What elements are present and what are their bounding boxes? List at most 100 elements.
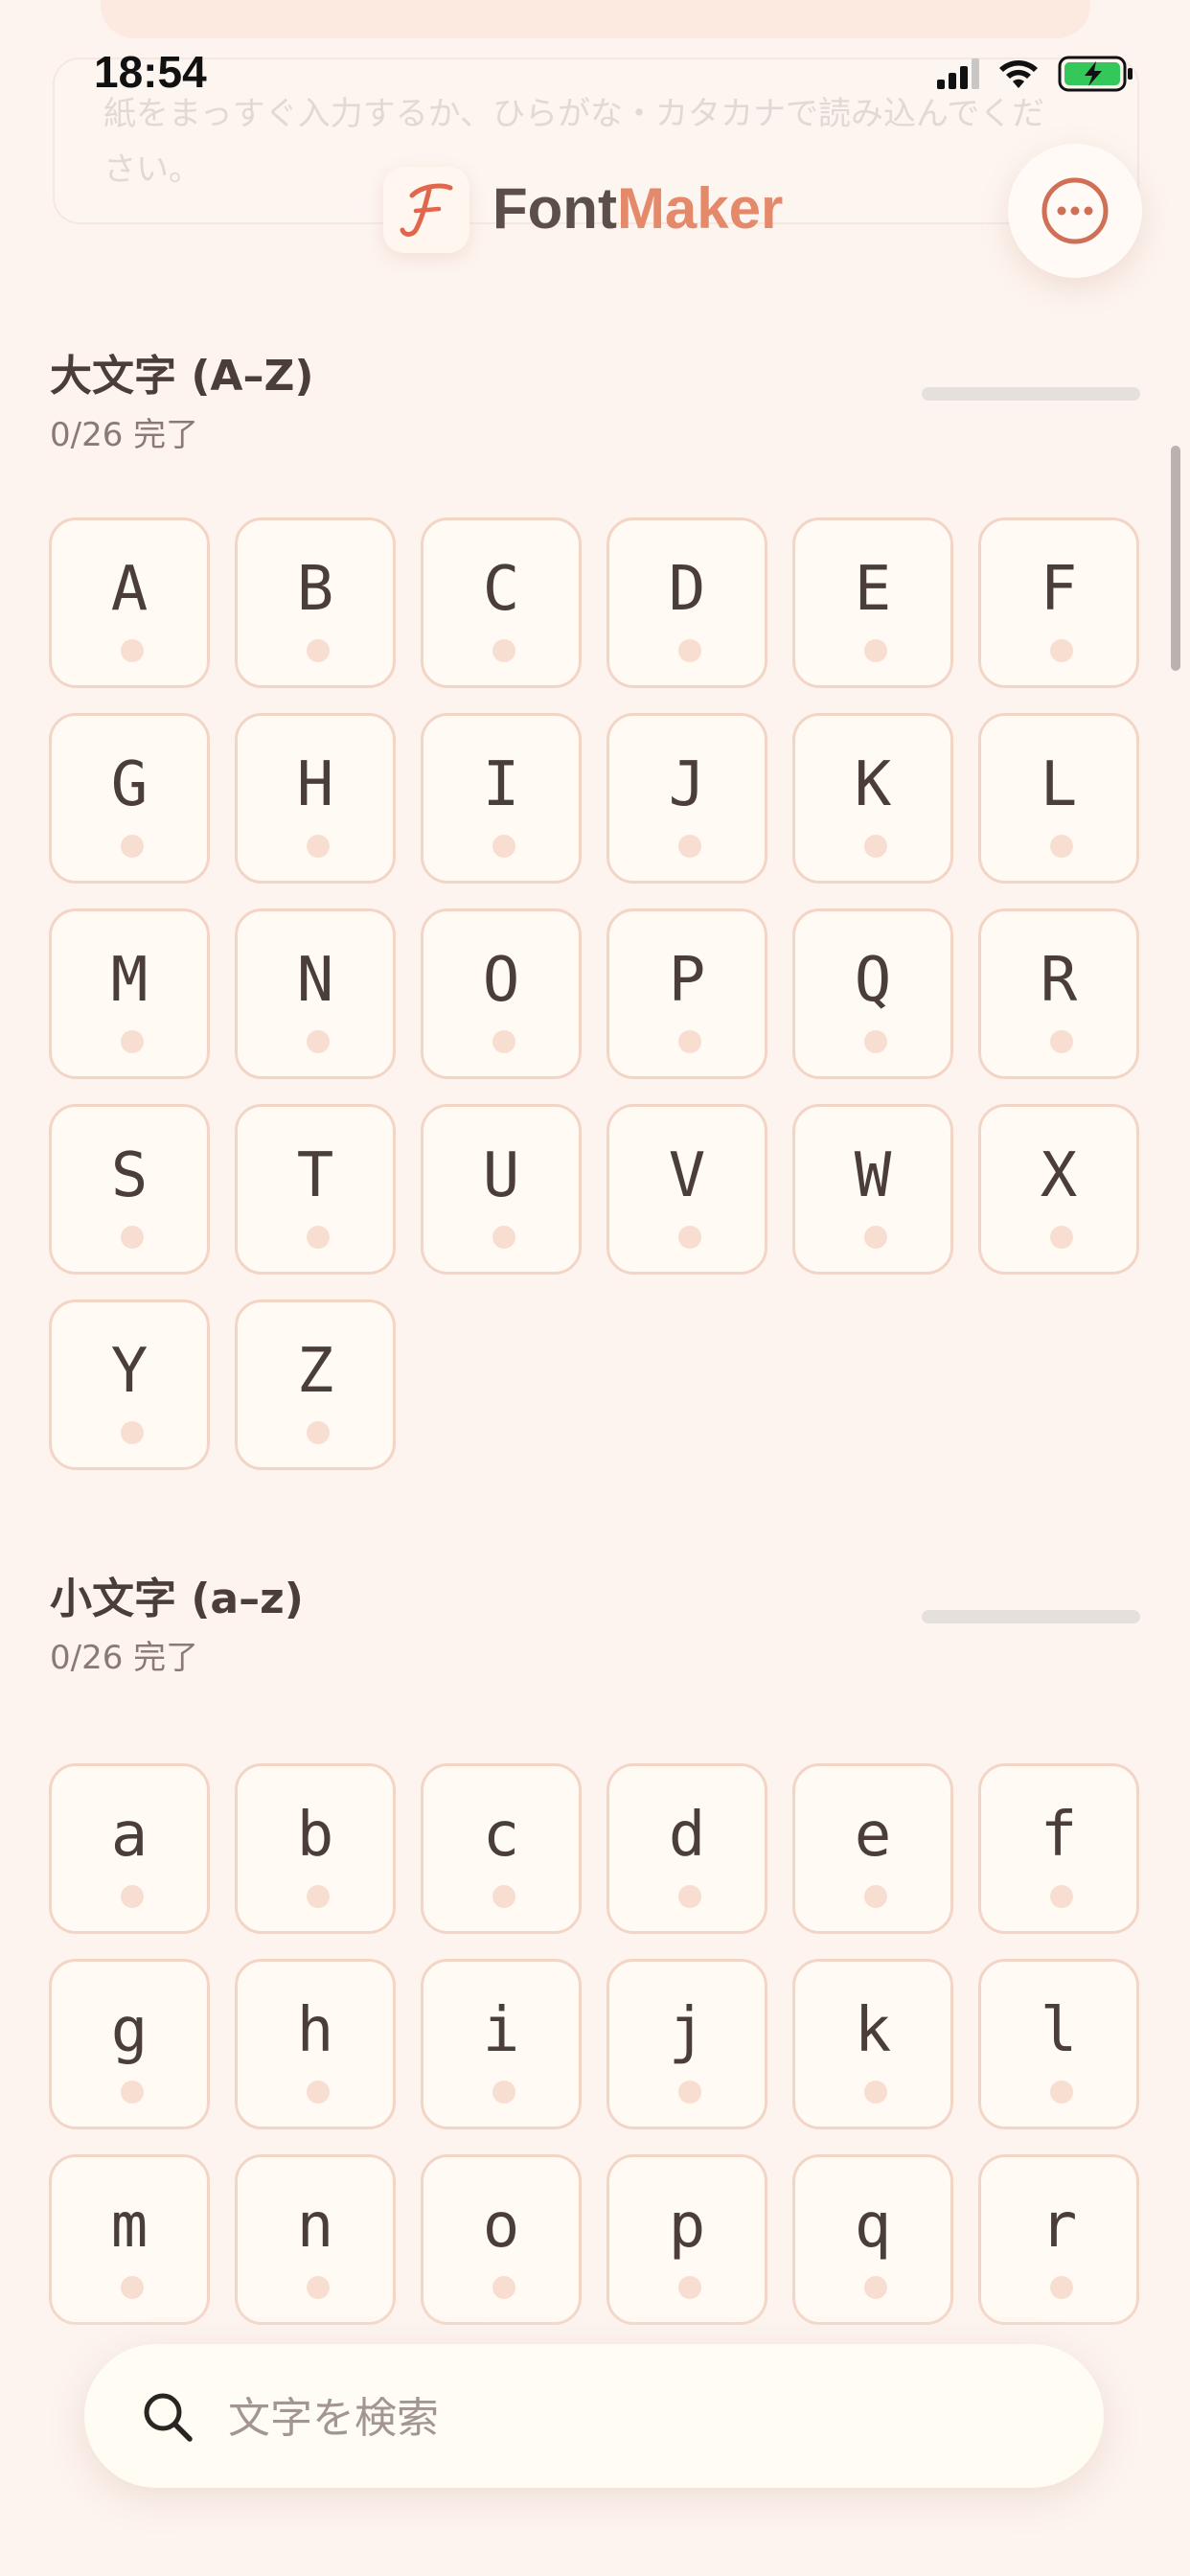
- lowercase-progress-bar: [922, 1610, 1140, 1623]
- uppercase-character-tile[interactable]: I: [421, 713, 582, 884]
- character-label: l: [1040, 1995, 1078, 2066]
- status-time: 18:54: [94, 47, 207, 97]
- status-dot: [307, 1226, 330, 1249]
- character-label: S: [110, 1140, 149, 1211]
- status-dot: [1050, 1030, 1073, 1053]
- uppercase-character-tile[interactable]: G: [49, 713, 210, 884]
- uppercase-character-tile[interactable]: O: [421, 908, 582, 1079]
- status-dot: [678, 1226, 701, 1249]
- status-dot: [121, 1885, 144, 1908]
- more-options-button[interactable]: [1008, 144, 1142, 278]
- character-label: V: [668, 1140, 706, 1211]
- lowercase-character-tile[interactable]: j: [606, 1959, 767, 2129]
- character-label: g: [110, 1995, 149, 2066]
- uppercase-character-tile[interactable]: M: [49, 908, 210, 1079]
- uppercase-character-tile[interactable]: E: [792, 518, 953, 688]
- lowercase-character-tile[interactable]: l: [978, 1959, 1139, 2129]
- character-label: f: [1040, 1800, 1078, 1871]
- uppercase-character-tile[interactable]: Q: [792, 908, 953, 1079]
- character-label: j: [668, 1995, 706, 2066]
- uppercase-character-tile[interactable]: A: [49, 518, 210, 688]
- lowercase-character-tile[interactable]: h: [235, 1959, 396, 2129]
- status-dot: [864, 2081, 887, 2104]
- status-dot: [678, 2276, 701, 2299]
- status-dot: [492, 2276, 515, 2299]
- character-label: d: [668, 1800, 706, 1871]
- character-label: F: [1040, 554, 1078, 625]
- status-dot: [864, 639, 887, 662]
- status-dot: [492, 1030, 515, 1053]
- uppercase-progress-count: 0/26 完了: [50, 416, 199, 454]
- lowercase-character-tile[interactable]: b: [235, 1763, 396, 1934]
- search-bar[interactable]: [84, 2344, 1104, 2488]
- uppercase-character-tile[interactable]: L: [978, 713, 1139, 884]
- status-dot: [1050, 835, 1073, 858]
- app-title-font: Font: [492, 176, 617, 241]
- lowercase-character-tile[interactable]: f: [978, 1763, 1139, 1934]
- status-dot: [492, 835, 515, 858]
- uppercase-character-tile[interactable]: U: [421, 1104, 582, 1275]
- status-dot: [678, 639, 701, 662]
- status-dot: [492, 1885, 515, 1908]
- scroll-indicator[interactable]: [1171, 446, 1180, 671]
- character-label: K: [854, 749, 892, 820]
- lowercase-character-tile[interactable]: d: [606, 1763, 767, 1934]
- lowercase-character-tile[interactable]: a: [49, 1763, 210, 1934]
- status-dot: [678, 1885, 701, 1908]
- status-dot: [121, 1421, 144, 1444]
- character-label: H: [296, 749, 334, 820]
- character-label: a: [110, 1800, 149, 1871]
- lowercase-character-tile[interactable]: e: [792, 1763, 953, 1934]
- uppercase-character-tile[interactable]: H: [235, 713, 396, 884]
- status-dot: [307, 1030, 330, 1053]
- uppercase-character-tile[interactable]: Y: [49, 1300, 210, 1470]
- cellular-signal-icon: [937, 58, 979, 89]
- status-dot: [492, 639, 515, 662]
- status-dot: [121, 835, 144, 858]
- uppercase-character-tile[interactable]: T: [235, 1104, 396, 1275]
- status-dot: [864, 1226, 887, 1249]
- battery-charging-icon: [1058, 56, 1133, 92]
- lowercase-section-title: 小文字 (a–z): [50, 1575, 304, 1623]
- character-label: G: [110, 749, 149, 820]
- uppercase-character-tile[interactable]: D: [606, 518, 767, 688]
- uppercase-character-tile[interactable]: W: [792, 1104, 953, 1275]
- character-label: r: [1040, 2191, 1078, 2262]
- character-label: n: [296, 2191, 334, 2262]
- character-label: C: [482, 554, 520, 625]
- uppercase-character-tile[interactable]: F: [978, 518, 1139, 688]
- search-input[interactable]: [226, 2380, 1054, 2455]
- lowercase-character-tile[interactable]: k: [792, 1959, 953, 2129]
- status-dot: [678, 1030, 701, 1053]
- status-dot: [307, 1885, 330, 1908]
- status-dot: [678, 2081, 701, 2104]
- lowercase-character-tile[interactable]: c: [421, 1763, 582, 1934]
- character-label: o: [482, 2191, 520, 2262]
- lowercase-character-tile[interactable]: i: [421, 1959, 582, 2129]
- uppercase-character-tile[interactable]: K: [792, 713, 953, 884]
- uppercase-character-tile[interactable]: Z: [235, 1300, 396, 1470]
- lowercase-character-tile[interactable]: g: [49, 1959, 210, 2129]
- status-dot: [307, 2081, 330, 2104]
- app-header: FontMaker: [0, 144, 1190, 278]
- character-label: m: [110, 2191, 149, 2262]
- character-label: L: [1040, 749, 1078, 820]
- character-label: M: [110, 945, 149, 1016]
- uppercase-character-tile[interactable]: S: [49, 1104, 210, 1275]
- uppercase-character-tile[interactable]: C: [421, 518, 582, 688]
- uppercase-character-tile[interactable]: B: [235, 518, 396, 688]
- status-dot: [492, 1226, 515, 1249]
- uppercase-section-title: 大文字 (A–Z): [50, 352, 314, 401]
- uppercase-character-tile[interactable]: V: [606, 1104, 767, 1275]
- uppercase-character-grid: A B C D E F G H I J K L M N O P Q R S T U V W X Y Z: [49, 518, 1141, 1470]
- character-label: A: [110, 554, 149, 625]
- status-dot: [121, 2276, 144, 2299]
- uppercase-character-tile[interactable]: R: [978, 908, 1139, 1079]
- uppercase-character-tile[interactable]: J: [606, 713, 767, 884]
- uppercase-character-tile[interactable]: X: [978, 1104, 1139, 1275]
- uppercase-character-tile[interactable]: P: [606, 908, 767, 1079]
- uppercase-character-tile[interactable]: N: [235, 908, 396, 1079]
- character-label: i: [482, 1995, 520, 2066]
- status-dot: [864, 1885, 887, 1908]
- app-title: FontMaker: [492, 175, 783, 242]
